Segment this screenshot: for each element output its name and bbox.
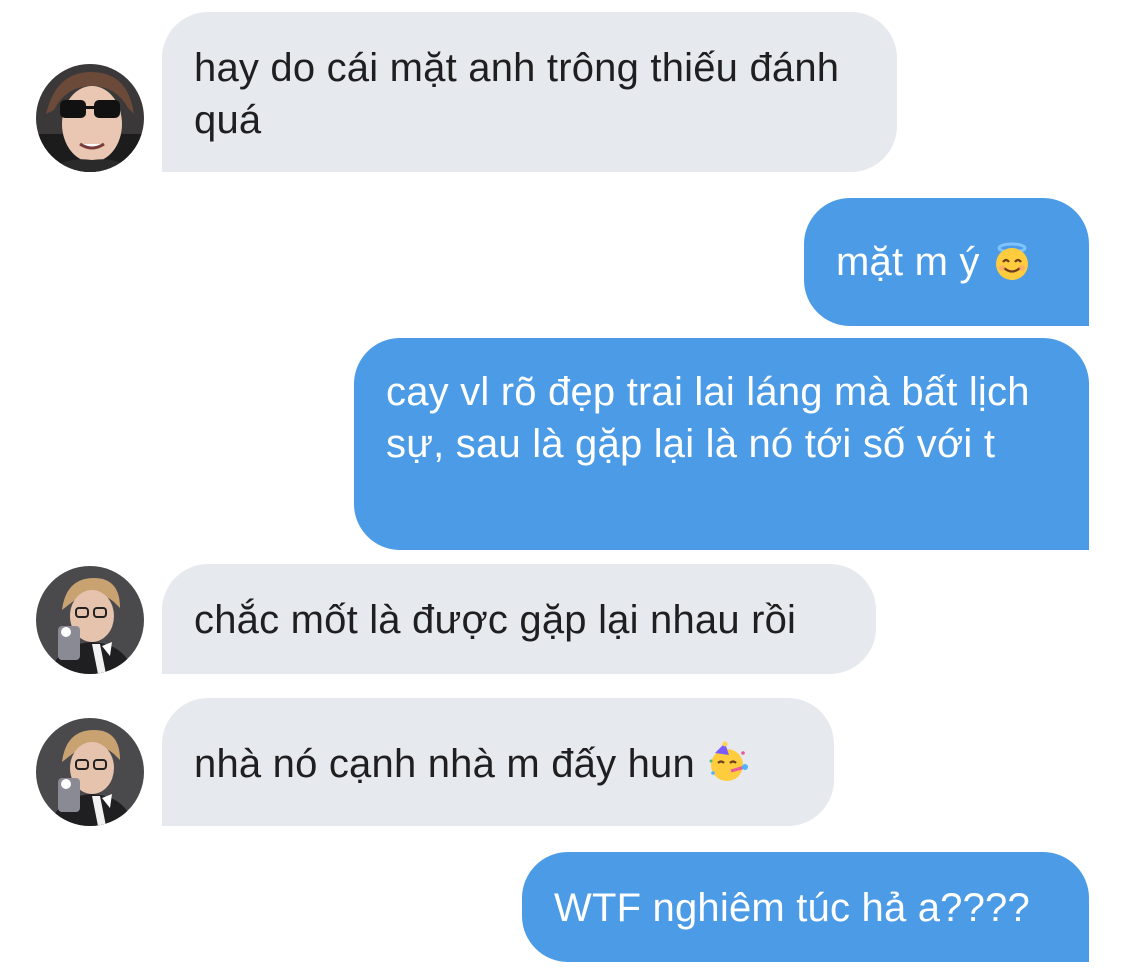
message-text: cay vl rõ đẹp trai lai láng mà bất lịch … bbox=[386, 370, 1030, 466]
incoming-message[interactable]: chắc mốt là được gặp lại nhau rồi bbox=[162, 564, 876, 674]
contact-avatar[interactable] bbox=[36, 64, 144, 172]
outgoing-message[interactable]: mặt m ý bbox=[804, 198, 1089, 326]
partying-face-icon bbox=[707, 741, 749, 796]
smiling-face-with-halo-icon bbox=[992, 241, 1032, 294]
message-text: chắc mốt là được gặp lại nhau rồi bbox=[194, 598, 797, 642]
message-text: nhà nó cạnh nhà m đấy hun bbox=[194, 742, 695, 786]
outgoing-message[interactable]: cay vl rõ đẹp trai lai láng mà bất lịch … bbox=[354, 338, 1089, 550]
contact-avatar[interactable] bbox=[36, 718, 144, 826]
incoming-message[interactable]: nhà nó cạnh nhà m đấy hun bbox=[162, 698, 834, 826]
contact-avatar[interactable] bbox=[36, 566, 144, 674]
incoming-message[interactable]: hay do cái mặt anh trông thiếu đánh quá bbox=[162, 12, 897, 172]
message-text: mặt m ý bbox=[836, 240, 980, 284]
outgoing-message[interactable]: WTF nghiêm túc hả a???? bbox=[522, 852, 1089, 962]
message-text: hay do cái mặt anh trông thiếu đánh quá bbox=[194, 46, 840, 142]
message-text: WTF nghiêm túc hả a???? bbox=[554, 886, 1030, 930]
